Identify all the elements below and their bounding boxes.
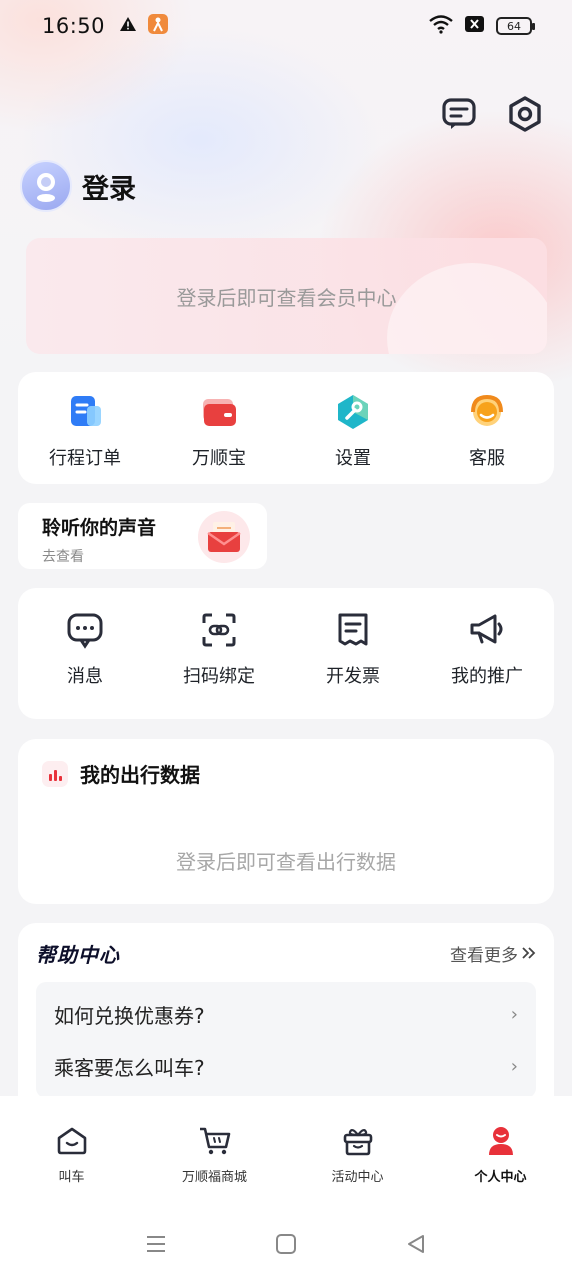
home-icon: [55, 1124, 89, 1158]
tools-card: 消息 扫码绑定 开发票 我的推广: [18, 588, 554, 719]
sim-disabled-icon: [464, 14, 486, 38]
tool-label: 开发票: [326, 666, 380, 687]
view-more-link[interactable]: 查看更多: [450, 941, 536, 966]
travel-data-empty: 登录后即可查看出行数据: [176, 850, 396, 874]
member-card-decoration: [387, 263, 547, 354]
home-square-icon[interactable]: [275, 1233, 297, 1259]
system-navbar: [0, 1226, 572, 1266]
message-icon: [63, 608, 107, 652]
tab-label: 叫车: [58, 1170, 85, 1185]
help-item-label: 如何兑换优惠券?: [54, 1003, 205, 1028]
menu-customer-service[interactable]: 客服: [420, 390, 554, 470]
tool-invoice[interactable]: 开发票: [286, 608, 420, 688]
help-center-card: 帮助中心 查看更多 如何兑换优惠券? › 乘客要怎么叫车? ›: [18, 923, 554, 1123]
menu-trip-orders[interactable]: 行程订单: [18, 390, 152, 470]
tool-label: 消息: [67, 666, 103, 687]
help-list: 如何兑换优惠券? › 乘客要怎么叫车? ›: [36, 982, 536, 1098]
trip-order-icon: [63, 390, 107, 434]
tab-label: 活动中心: [331, 1170, 384, 1185]
menu-label: 客服: [469, 448, 505, 469]
double-chevron-right-icon: [522, 944, 536, 964]
help-center-title: 帮助中心: [36, 943, 120, 967]
travel-data-title: 我的出行数据: [80, 763, 200, 787]
envelope-icon: [198, 511, 250, 563]
customer-service-icon: [465, 390, 509, 434]
tab-call-car[interactable]: 叫车: [0, 1096, 143, 1204]
travel-data-card: 我的出行数据 登录后即可查看出行数据: [18, 739, 554, 904]
menu-icon[interactable]: [145, 1234, 167, 1258]
member-card-text: 登录后即可查看会员中心: [176, 285, 397, 310]
tab-activity-center[interactable]: 活动中心: [286, 1096, 429, 1204]
back-triangle-icon[interactable]: [405, 1233, 427, 1259]
tab-label: 个人中心: [474, 1170, 527, 1185]
invoice-icon: [331, 608, 375, 652]
tab-label: 万顺福商城: [181, 1170, 247, 1185]
menu-settings[interactable]: 设置: [286, 390, 420, 470]
cart-icon: [198, 1124, 232, 1158]
tool-label: 扫码绑定: [183, 666, 255, 687]
wifi-icon: [428, 14, 454, 38]
tab-personal-center[interactable]: 个人中心: [429, 1096, 572, 1204]
status-time: 16:50: [42, 14, 106, 38]
battery-icon: 64: [496, 17, 535, 35]
member-center-card[interactable]: 登录后即可查看会员中心: [26, 238, 547, 354]
profile-login[interactable]: 登录: [20, 160, 136, 212]
tool-label: 我的推广: [451, 666, 523, 687]
tool-messages[interactable]: 消息: [18, 608, 152, 688]
help-item-label: 乘客要怎么叫车?: [54, 1055, 205, 1080]
chevron-right-icon: ›: [510, 1055, 518, 1077]
scan-bind-icon: [197, 608, 241, 652]
menu-label: 万顺宝: [192, 448, 246, 469]
settings-gear-icon[interactable]: [506, 95, 544, 133]
wallet-icon: [197, 390, 241, 434]
tool-scan-bind[interactable]: 扫码绑定: [152, 608, 286, 688]
help-item[interactable]: 如何兑换优惠券? ›: [36, 988, 536, 1040]
login-label[interactable]: 登录: [82, 167, 136, 206]
app-notification-icon: [147, 13, 169, 39]
bar-chart-icon: [42, 760, 68, 787]
avatar[interactable]: [20, 160, 72, 212]
feedback-voice-card[interactable]: 聆听你的声音 去查看: [18, 503, 267, 569]
menu-label: 行程订单: [49, 448, 121, 469]
person-icon: [484, 1124, 518, 1158]
help-item[interactable]: 乘客要怎么叫车? ›: [36, 1040, 536, 1092]
tab-mall[interactable]: 万顺福商城: [143, 1096, 286, 1204]
megaphone-icon: [465, 608, 509, 652]
tool-promotion[interactable]: 我的推广: [420, 608, 554, 688]
menu-wanshunbao[interactable]: 万顺宝: [152, 390, 286, 470]
chevron-right-icon: ›: [510, 1003, 518, 1025]
bottom-tabbar: 叫车 万顺福商城 活动中心 个人中心: [0, 1096, 572, 1280]
quick-menu-card: 行程订单 万顺宝 设置 客服: [18, 372, 554, 484]
status-bar: 16:50 64: [0, 0, 572, 52]
message-center-icon[interactable]: [440, 95, 478, 133]
menu-label: 设置: [335, 448, 371, 469]
settings-wrench-icon: [331, 390, 375, 434]
view-more-label: 查看更多: [450, 946, 518, 966]
gift-box-icon: [341, 1124, 375, 1158]
warning-icon: [119, 16, 137, 36]
